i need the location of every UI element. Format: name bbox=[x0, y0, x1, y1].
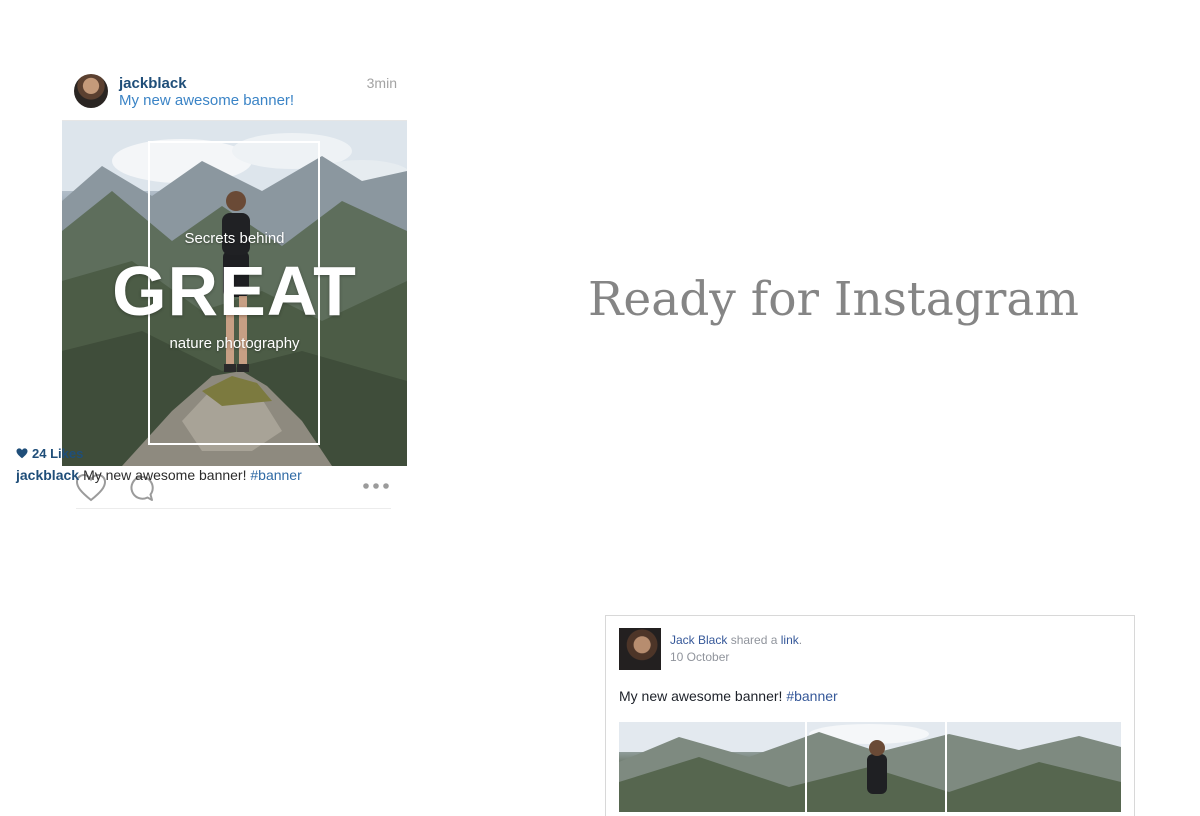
banner-headline: GREAT bbox=[112, 252, 357, 330]
caption-hashtag[interactable]: #banner bbox=[250, 467, 301, 483]
fb-hashtag[interactable]: #banner bbox=[786, 688, 837, 704]
post-image[interactable]: Secrets behind GREAT nature photography bbox=[62, 120, 407, 466]
banner-line3: nature photography bbox=[169, 335, 300, 352]
caption-username[interactable]: jackblack bbox=[16, 467, 79, 483]
page-heading: Ready for Instagram bbox=[588, 272, 1079, 327]
fb-link[interactable]: link bbox=[781, 633, 799, 647]
fb-mountain-scene bbox=[619, 722, 1121, 812]
panel-divider bbox=[805, 722, 807, 812]
fb-post-text: My new awesome banner! #banner bbox=[619, 688, 838, 704]
post-username[interactable]: jackblack bbox=[119, 75, 187, 92]
fb-shared-text: shared a bbox=[730, 633, 778, 647]
post-header: jackblack My new awesome banner! 3min bbox=[62, 70, 407, 120]
post-caption: jackblack My new awesome banner! #banner bbox=[16, 467, 302, 483]
fb-date[interactable]: 10 October bbox=[670, 650, 729, 664]
post-header-caption: My new awesome banner! bbox=[119, 92, 295, 109]
post-time: 3min bbox=[366, 75, 397, 91]
small-heart-icon bbox=[16, 448, 28, 459]
divider bbox=[76, 508, 391, 509]
fb-post-body: My new awesome banner! bbox=[619, 688, 783, 704]
fb-avatar[interactable] bbox=[619, 628, 661, 670]
fb-link-image[interactable] bbox=[619, 722, 1121, 812]
fb-period: . bbox=[798, 633, 803, 647]
more-icon[interactable] bbox=[361, 476, 391, 496]
fb-share-meta: Jack Black shared a link. bbox=[670, 633, 802, 647]
avatar[interactable] bbox=[74, 74, 108, 108]
likes-count[interactable]: 24 Likes bbox=[16, 446, 83, 461]
facebook-share-card: Jack Black shared a link. 10 October My … bbox=[605, 615, 1135, 816]
instagram-post-card: jackblack My new awesome banner! 3min Se… bbox=[62, 70, 407, 509]
likes-label: 24 Likes bbox=[32, 446, 84, 461]
fb-user-name[interactable]: Jack Black bbox=[670, 633, 727, 647]
caption-text: My new awesome banner! bbox=[83, 467, 247, 483]
panel-divider bbox=[945, 722, 947, 812]
banner-line1: Secrets behind bbox=[184, 230, 285, 247]
